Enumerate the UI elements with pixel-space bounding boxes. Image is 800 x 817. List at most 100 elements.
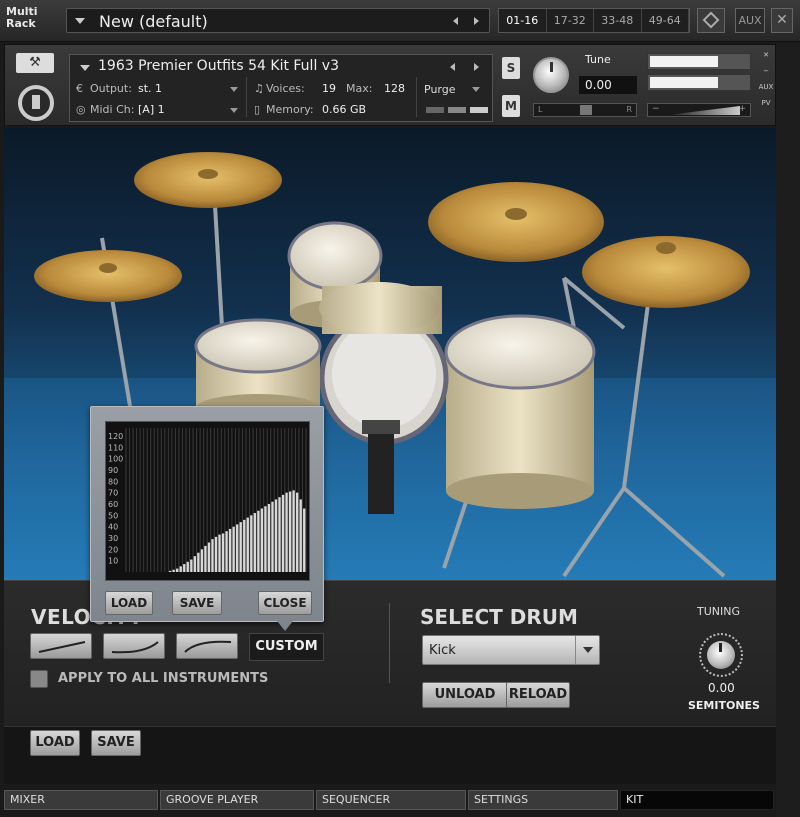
tune-knob[interactable] (533, 57, 569, 93)
pan-slider[interactable]: L R (533, 103, 637, 117)
next-instrument-icon[interactable] (474, 63, 479, 71)
velocity-bar[interactable] (232, 526, 235, 572)
prev-instrument-icon[interactable] (450, 63, 455, 71)
max-voices-value[interactable]: 128 (384, 82, 405, 95)
preset-bar: LOAD SAVE (4, 726, 776, 784)
velocity-bar[interactable] (214, 536, 218, 572)
velocity-bar[interactable] (285, 492, 288, 572)
velocity-bar[interactable] (278, 497, 281, 572)
velocity-bar[interactable] (168, 570, 172, 572)
velocity-bar[interactable] (267, 503, 271, 572)
drum-select[interactable]: Kick (422, 635, 600, 665)
velocity-bar[interactable] (236, 524, 239, 572)
velocity-bar[interactable] (207, 542, 211, 572)
velocity-bar[interactable] (186, 561, 189, 572)
velocity-bar[interactable] (296, 492, 299, 572)
tab-kit[interactable]: KIT (620, 790, 774, 810)
reload-button[interactable]: RELOAD (506, 682, 570, 708)
aux-sends-button[interactable]: AUX (757, 79, 775, 95)
velocity-bar[interactable] (218, 534, 221, 572)
velocity-bar[interactable] (179, 566, 182, 572)
tab-settings[interactable]: SETTINGS (468, 790, 618, 810)
velocity-bar[interactable] (274, 499, 278, 572)
curve-close-button[interactable]: CLOSE (258, 591, 312, 615)
velocity-soft-button[interactable] (103, 633, 165, 659)
velocity-bar[interactable] (264, 506, 267, 572)
velocity-bar[interactable] (200, 549, 204, 572)
tune-value[interactable]: 0.00 (579, 76, 637, 94)
range-tab-2[interactable]: 17-32 (547, 9, 594, 32)
apply-all-checkbox[interactable] (30, 670, 48, 688)
velocity-bar[interactable] (193, 556, 196, 572)
velocity-bar[interactable] (239, 522, 242, 572)
velocity-bar[interactable] (288, 491, 292, 572)
unload-button[interactable]: UNLOAD (422, 682, 508, 708)
velocity-bar[interactable] (303, 508, 306, 572)
curve-load-button[interactable]: LOAD (105, 591, 153, 615)
prev-arrow-icon[interactable] (453, 17, 458, 25)
next-arrow-icon[interactable] (474, 17, 479, 25)
close-rack-button[interactable]: ✕ (771, 8, 793, 33)
volume-slider[interactable]: − + (647, 103, 751, 117)
minimize-button[interactable]: − (757, 63, 775, 79)
memory-label: Memory: (266, 103, 314, 116)
velocity-bar[interactable] (176, 568, 179, 572)
velocity-bar[interactable] (246, 517, 249, 572)
range-tab-3[interactable]: 33-48 (594, 9, 642, 32)
velocity-bar[interactable] (243, 519, 246, 572)
tuning-knob[interactable] (699, 633, 743, 677)
pan-handle[interactable] (580, 105, 592, 115)
solo-button[interactable]: S (502, 57, 520, 79)
velocity-hard-button[interactable] (176, 633, 238, 659)
velocity-bar[interactable] (172, 569, 175, 572)
velocity-bar[interactable] (257, 510, 260, 572)
y-tick-label: 80 (108, 477, 118, 486)
volume-ramp (668, 106, 740, 115)
tab-groove-player[interactable]: GROOVE PLAYER (160, 790, 314, 810)
velocity-bar[interactable] (225, 531, 228, 572)
velocity-linear-button[interactable] (30, 633, 92, 659)
velocity-bar[interactable] (228, 528, 232, 572)
purge-dropdown-icon[interactable] (472, 87, 480, 92)
output-value[interactable]: st. 1 (138, 82, 162, 95)
range-tab-1[interactable]: 01-16 (499, 9, 547, 32)
velocity-custom-button[interactable]: CUSTOM (249, 633, 324, 661)
dropdown-icon[interactable] (80, 65, 90, 71)
tab-sequencer[interactable]: SEQUENCER (316, 790, 466, 810)
multi-name-selector[interactable]: New (default) (66, 8, 490, 33)
kontakt-logo-button[interactable] (697, 8, 725, 33)
velocity-bar[interactable] (253, 513, 256, 572)
remove-instrument-button[interactable]: ✕ (757, 47, 775, 63)
aux-button[interactable]: AUX (735, 8, 765, 33)
velocity-bar[interactable] (221, 533, 225, 572)
wrench-icon[interactable]: ⚒ (16, 53, 54, 73)
velocity-bar[interactable] (183, 564, 186, 572)
midi-channel-value[interactable]: [A] 1 (138, 103, 165, 116)
velocity-curve-graph[interactable]: 120 110 100 90 80 70 60 50 40 30 20 10 (105, 421, 310, 581)
velocity-bar[interactable] (197, 552, 200, 572)
velocity-bar[interactable] (299, 499, 302, 572)
range-tab-4[interactable]: 49-64 (642, 9, 689, 32)
midi-dropdown-icon[interactable] (230, 108, 238, 113)
voices-label: Voices: (266, 82, 305, 95)
velocity-bar[interactable] (204, 545, 207, 572)
velocity-bar[interactable] (211, 539, 214, 572)
velocity-bar[interactable] (281, 494, 285, 572)
output-dropdown-icon[interactable] (230, 87, 238, 92)
tab-mixer[interactable]: MIXER (4, 790, 158, 810)
preset-save-button[interactable]: SAVE (91, 730, 141, 756)
velocity-bar[interactable] (271, 501, 274, 572)
velocity-bar[interactable] (250, 515, 253, 572)
velocity-bar[interactable] (292, 490, 295, 572)
pv-button[interactable]: PV (757, 95, 775, 111)
dropdown-icon[interactable] (75, 18, 85, 24)
instrument-title[interactable]: 1963 Premier Outfits 54 Kit Full v3 (98, 58, 339, 74)
level-meter-right (647, 74, 751, 91)
curve-save-button[interactable]: SAVE (172, 591, 222, 615)
purge-menu[interactable]: Purge (422, 81, 486, 99)
mute-button[interactable]: M (502, 95, 520, 117)
chevron-down-icon[interactable] (575, 636, 599, 664)
velocity-bar[interactable] (190, 559, 193, 572)
velocity-bar[interactable] (260, 508, 264, 572)
preset-load-button[interactable]: LOAD (30, 730, 80, 756)
